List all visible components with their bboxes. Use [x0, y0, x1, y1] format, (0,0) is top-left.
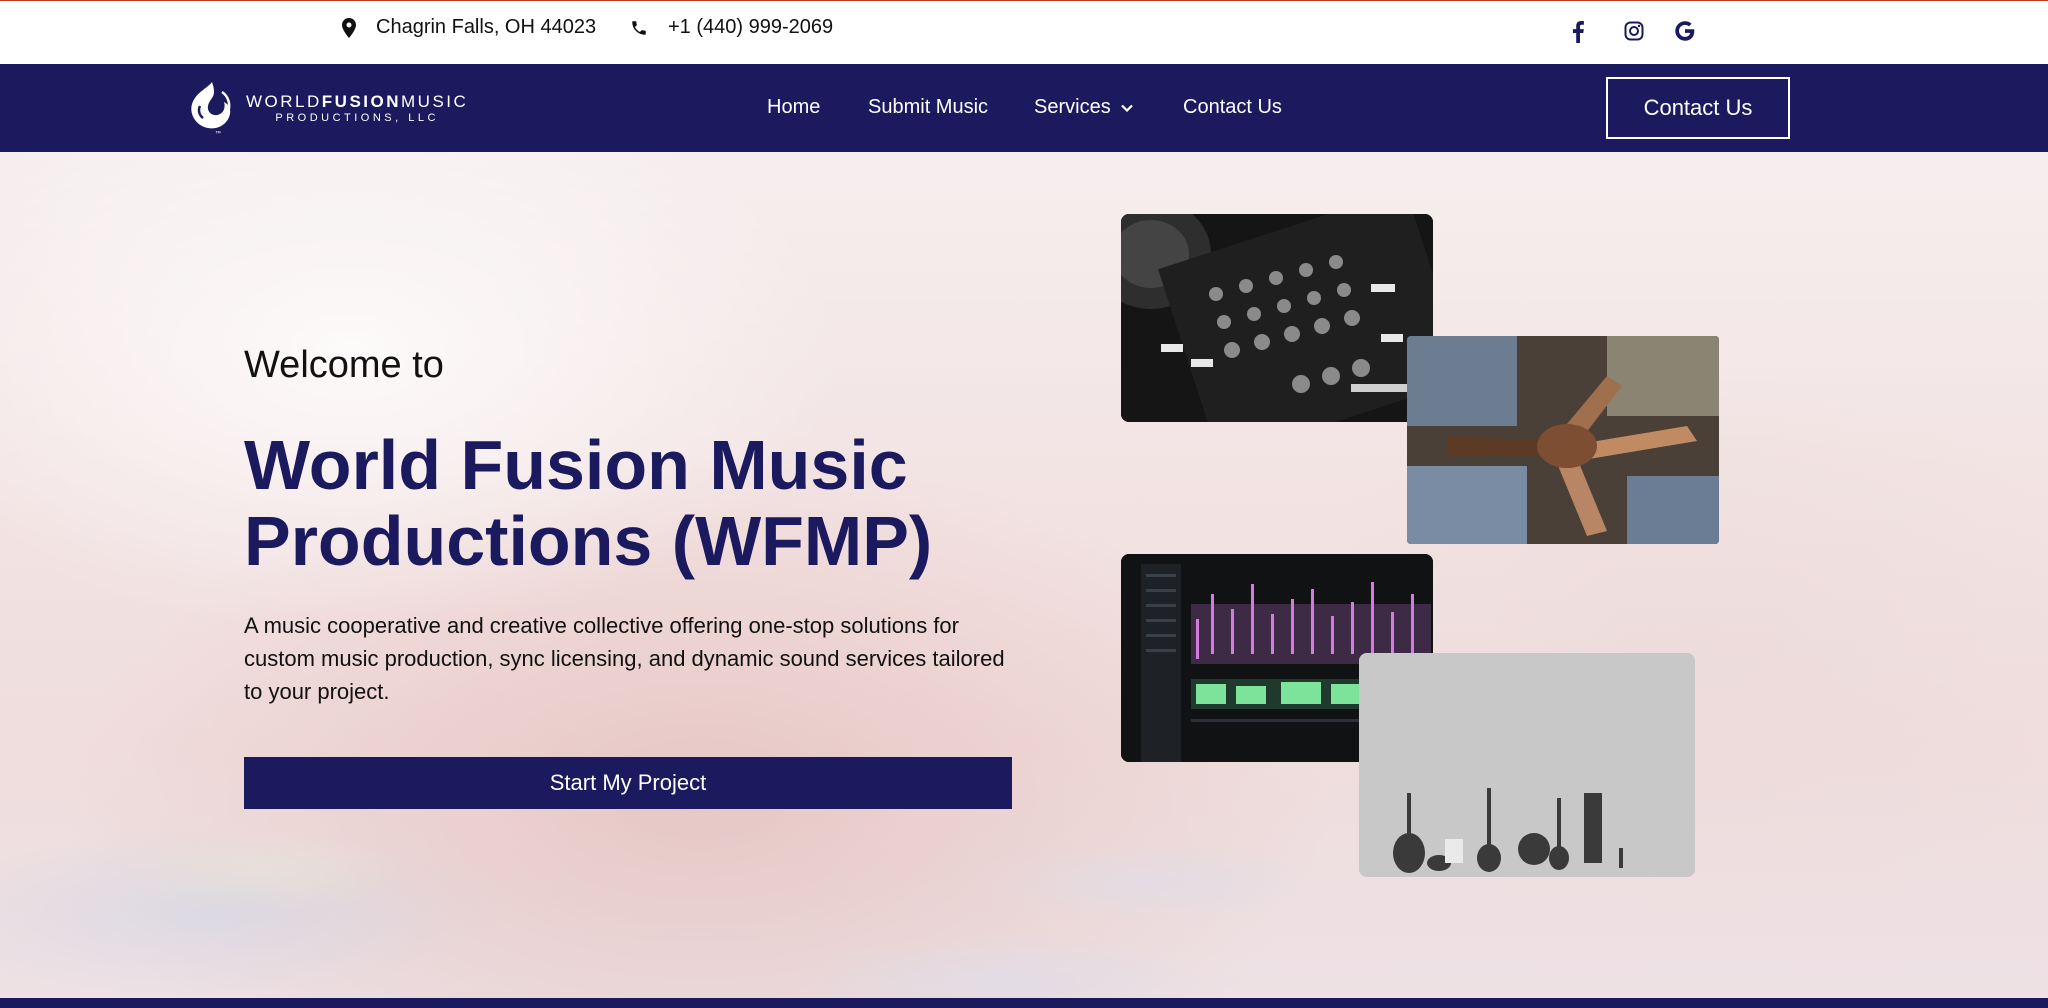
brand-name-line1: WORLDFUSIONMUSIC [246, 91, 469, 111]
facebook-link[interactable] [1572, 21, 1584, 43]
team-hands-photo [1407, 336, 1719, 544]
brand-subtitle: PRODUCTIONS, LLC [275, 111, 439, 124]
facebook-icon [1572, 21, 1584, 43]
phone-text: +1 (440) 999-2069 [668, 16, 834, 38]
nav-services[interactable]: Services [1034, 96, 1133, 119]
phone-info[interactable]: +1 (440) 999-2069 [630, 16, 833, 39]
contact-us-button[interactable]: Contact Us [1606, 77, 1790, 139]
instagram-link[interactable] [1624, 21, 1644, 41]
google-icon [1675, 21, 1695, 41]
hero-welcome: Welcome to [244, 344, 444, 386]
nav-contact-us[interactable]: Contact Us [1183, 96, 1282, 119]
hero-section: Welcome to World Fusion Music Production… [0, 152, 2048, 998]
map-pin-icon [342, 17, 356, 38]
mixer-photo [1121, 214, 1433, 422]
nav-home[interactable]: Home [767, 96, 820, 119]
phone-icon [632, 20, 646, 35]
top-info-bar: Chagrin Falls, OH 44023 +1 (440) 999-206… [0, 0, 2048, 64]
google-link[interactable] [1675, 21, 1695, 41]
instagram-icon [1624, 21, 1644, 41]
brand-name: WORLDFUSIONMUSIC PRODUCTIONS, LLC [246, 93, 468, 124]
hero-content: Welcome to World Fusion Music Production… [244, 344, 1024, 708]
instruments-photo [1359, 653, 1695, 877]
brand-logo[interactable]: ™ WORLDFUSIONMUSIC PRODUCTIONS, LLC [182, 80, 468, 136]
nav-submit-music[interactable]: Submit Music [868, 96, 988, 119]
start-project-button[interactable]: Start My Project [244, 757, 1012, 809]
location-text: Chagrin Falls, OH 44023 [376, 16, 597, 38]
hero-description: A music cooperative and creative collect… [244, 613, 1005, 704]
bottom-strip [0, 998, 2048, 1008]
chevron-down-icon [1120, 104, 1133, 112]
logo-mark-icon: ™ [191, 82, 231, 136]
main-navigation: ™ WORLDFUSIONMUSIC PRODUCTIONS, LLC Home… [0, 64, 2048, 152]
svg-text:™: ™ [215, 130, 221, 136]
hero-title: World Fusion Music Productions (WFMP) [244, 426, 933, 580]
location-info: Chagrin Falls, OH 44023 [342, 16, 596, 39]
nav-services-label: Services [1034, 96, 1111, 118]
